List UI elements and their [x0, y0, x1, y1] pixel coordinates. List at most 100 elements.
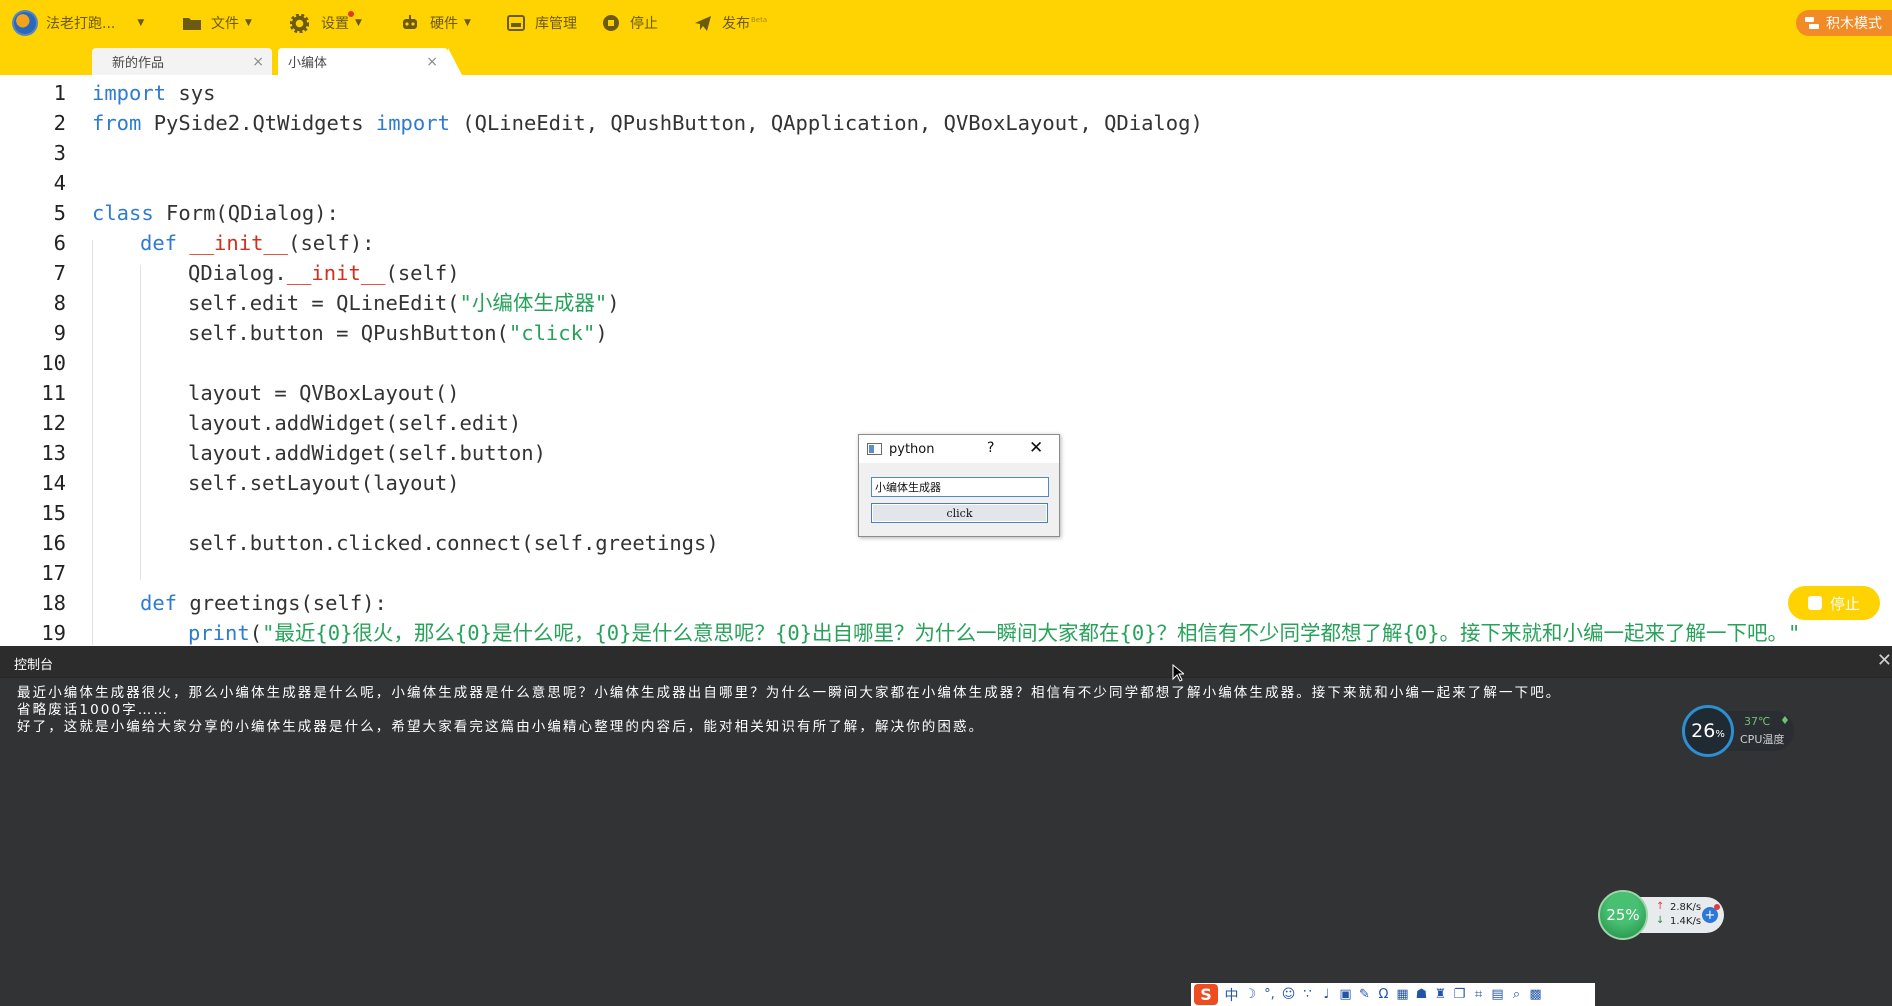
publish-label: 发布 — [722, 16, 750, 32]
tab-label: 新的作品 — [112, 56, 165, 71]
code-editor[interactable]: 1 import sys 2 from PySide2.QtWidgets impo… — [0, 75, 1892, 646]
code-line: 8 self.edit = QLineEdit("小编体生成器") — [0, 288, 1892, 318]
line-number: 13 — [41, 441, 66, 465]
line-number: 12 — [41, 411, 66, 435]
microphone-icon[interactable]: ♩ — [1317, 987, 1336, 1002]
moon-icon[interactable]: ☽ — [1241, 987, 1260, 1002]
library-icon — [507, 15, 525, 31]
line-number: 7 — [53, 261, 66, 285]
settings-menu-button[interactable]: 设置 ▼ — [290, 0, 362, 46]
omega-icon[interactable]: Ω — [1374, 987, 1393, 1002]
boost-plus-icon[interactable]: + — [1702, 904, 1720, 923]
tab-new-project[interactable]: 新的作品 × — [92, 48, 272, 75]
chevron-down-icon: ▼ — [245, 18, 252, 28]
code-line: 4 — [0, 168, 1892, 198]
click-button[interactable]: click — [871, 503, 1048, 523]
skin-icon[interactable]: ♜ — [1431, 987, 1450, 1002]
sogou-logo-icon[interactable]: S — [1194, 984, 1218, 1005]
chevron-down-icon: ▼ — [464, 18, 471, 28]
leaf-icon: ♦ — [1780, 714, 1790, 727]
line-number: 16 — [41, 531, 66, 555]
line-number: 11 — [41, 381, 66, 405]
help-button[interactable]: ? — [987, 440, 994, 456]
cpu-temperature: 37℃ — [1744, 715, 1771, 728]
hardware-menu-label: 硬件 — [430, 16, 458, 32]
line-edit-input[interactable] — [871, 477, 1049, 497]
line-number: 9 — [53, 321, 66, 345]
file-menu-button[interactable]: 文件 ▼ — [182, 0, 252, 46]
line-number: 1 — [53, 81, 66, 105]
library-manager-button[interactable]: 库管理 — [507, 0, 577, 46]
code-line: 6 def __init__(self): — [0, 228, 1892, 258]
code-line: 10 — [0, 348, 1892, 378]
close-icon[interactable]: ✕ — [1877, 650, 1892, 671]
line-number: 4 — [53, 171, 66, 195]
block-mode-button[interactable]: 积木模式 — [1796, 10, 1892, 36]
settings-menu-label: 设置 — [321, 16, 349, 32]
arrow-up-icon: ↑ — [1656, 901, 1665, 912]
cpu-usage-value: 26 — [1691, 720, 1716, 742]
console-panel: 控制台 ✕ 最近小编体生成器很火，那么小编体生成器是什么呢，小编体生成器是什么意… — [0, 646, 1892, 1006]
simplified-icon[interactable]: ▤ — [1488, 987, 1507, 1002]
folder-icon — [183, 18, 201, 30]
user-menu[interactable]: 法老打跑... ▼ — [12, 0, 144, 46]
app-window: 法老打跑... ▼ 文件 ▼ 设置 ▼ 硬件 ▼ 库管理 停止 发布 Beta … — [0, 0, 1892, 1006]
close-icon[interactable]: × — [426, 54, 438, 70]
memory-usage-value: 25% — [1606, 906, 1640, 924]
screenshot-icon[interactable]: ▣ — [1336, 987, 1355, 1002]
ime-mode-toggle[interactable]: 中 — [1222, 985, 1241, 1005]
emoji-icon[interactable]: ☺ — [1279, 987, 1298, 1002]
code-line: 3 — [0, 138, 1892, 168]
avatar — [12, 10, 38, 36]
tab-label: 小编体 — [288, 56, 328, 71]
stop-icon — [1807, 596, 1822, 610]
line-number: 3 — [53, 141, 66, 165]
crop-icon[interactable]: ⌗ — [1469, 987, 1488, 1002]
arrow-down-icon: ↓ — [1656, 915, 1665, 926]
keyboard-icon[interactable]: ▦ — [1393, 987, 1412, 1002]
line-number: 10 — [41, 351, 66, 375]
console-output-line: 最近小编体生成器很火，那么小编体生成器是什么呢，小编体生成器是什么意思呢？小编体… — [17, 685, 1562, 701]
user-icon[interactable]: ☗ — [1412, 987, 1431, 1002]
top-toolbar: 法老打跑... ▼ 文件 ▼ 设置 ▼ 硬件 ▼ 库管理 停止 发布 Beta … — [0, 0, 1892, 46]
line-number: 6 — [53, 231, 66, 255]
code-line: 17 — [0, 558, 1892, 588]
hardware-menu-button[interactable]: 硬件 ▼ — [400, 0, 471, 46]
editor-tab-bar: 新的作品 × 小编体 × — [0, 46, 1892, 75]
pen-icon[interactable]: ✎ — [1355, 987, 1374, 1002]
console-header: 控制台 ✕ — [0, 646, 1892, 678]
publish-button[interactable]: 发布 Beta — [694, 0, 767, 46]
code-line: 11 layout = QVBoxLayout() — [0, 378, 1892, 408]
network-monitor-widget[interactable]: 25% ↑ 2.8K/s ↓ 1.4K/s + — [1598, 890, 1728, 940]
paper-plane-icon — [695, 15, 711, 31]
close-icon[interactable]: × — [252, 54, 264, 70]
floating-stop-button[interactable]: 停止 — [1788, 586, 1880, 620]
dialog-titlebar[interactable]: python ? ✕ — [859, 435, 1059, 463]
code-line: 18 def greetings(self): — [0, 588, 1892, 618]
cpu-monitor-widget[interactable]: 26% 37℃ ♦ CPU温度 — [1682, 705, 1794, 757]
gear-icon — [290, 13, 309, 33]
copy-icon[interactable]: ❐ — [1450, 987, 1469, 1002]
symbol-icon[interactable]: ∵ — [1298, 987, 1317, 1002]
code-line: 2 from PySide2.QtWidgets import (QLineEdi… — [0, 108, 1892, 138]
dialog-title: python — [889, 442, 935, 457]
robot-icon — [403, 15, 417, 29]
tab-xiaobianti[interactable]: 小编体 × — [278, 48, 462, 75]
code-line: 1 import sys — [0, 78, 1892, 108]
line-number: 2 — [53, 111, 66, 135]
punctuation-icon[interactable]: °, — [1260, 987, 1279, 1002]
grid-icon[interactable]: ▩ — [1526, 987, 1545, 1002]
floating-stop-label: 停止 — [1829, 594, 1860, 613]
mouse-cursor-icon — [1172, 664, 1184, 682]
code-line: 9 self.button = QPushButton("click") — [0, 318, 1892, 348]
close-icon[interactable]: ✕ — [1029, 438, 1043, 458]
chevron-down-icon: ▼ — [355, 18, 362, 28]
code-line: 7 QDialog.__init__(self) — [0, 258, 1892, 288]
download-rate: 1.4K/s — [1670, 916, 1702, 927]
search-icon[interactable]: ⌕ — [1507, 987, 1526, 1002]
cpu-usage-ring: 26% — [1682, 705, 1734, 757]
stop-button[interactable]: 停止 — [602, 0, 658, 46]
memory-usage-ring: 25% — [1598, 890, 1648, 940]
line-number: 18 — [41, 591, 66, 615]
blocks-icon — [1805, 17, 1819, 29]
